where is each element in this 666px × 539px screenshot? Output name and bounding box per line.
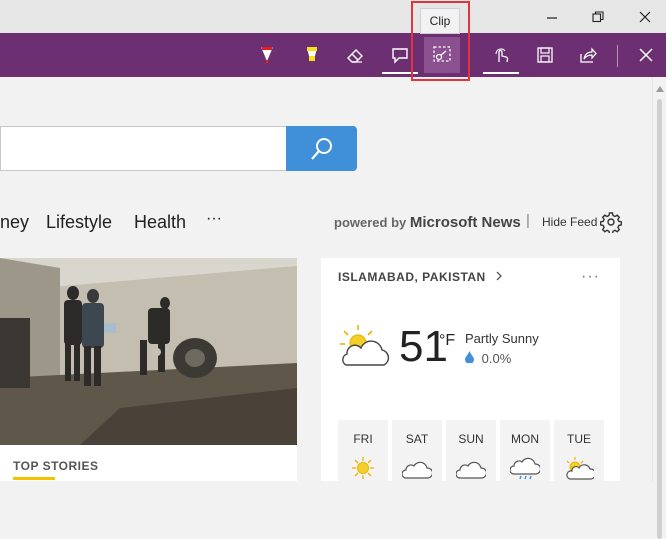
sun-icon (352, 457, 374, 479)
partly-sunny-icon (340, 325, 390, 366)
hide-feed-link[interactable]: Hide Feed (542, 215, 597, 229)
forecast-day-label: FRI (353, 432, 373, 446)
scroll-up-arrow-icon (656, 86, 664, 92)
cloud-icon (456, 461, 486, 479)
news-card[interactable]: TOP STORIES (0, 258, 297, 481)
nav-item-lifestyle[interactable]: Lifestyle (46, 212, 112, 233)
forecast-day-label: SAT (405, 432, 429, 446)
forecast-day[interactable]: TUE (554, 420, 604, 481)
forecast-day[interactable]: FRI (338, 420, 388, 481)
news-photo (0, 258, 297, 445)
save-icon (537, 47, 553, 63)
exit-inking-button[interactable] (628, 37, 664, 73)
touch-writing-button[interactable] (483, 37, 519, 74)
precipitation-value: 0.0% (481, 351, 512, 366)
save-button[interactable] (527, 37, 563, 73)
title-bar (0, 0, 666, 33)
settings-button[interactable] (599, 211, 623, 235)
forecast-day-label: MON (511, 432, 539, 446)
vertical-scrollbar[interactable] (652, 77, 666, 539)
close-window-button[interactable] (631, 4, 659, 30)
minimize-icon (547, 17, 557, 19)
microsoft-news-brand: Microsoft News (409, 214, 521, 231)
top-stories-label: TOP STORIES (13, 459, 99, 473)
forecast-day-label: TUE (567, 432, 591, 446)
forecast-day[interactable]: SAT (392, 420, 442, 481)
share-button[interactable] (570, 37, 606, 73)
scrollbar-thumb[interactable] (657, 99, 662, 539)
nav-item-health[interactable]: Health (134, 212, 186, 233)
search-input[interactable] (0, 126, 288, 171)
forecast-day[interactable]: MON (500, 420, 550, 481)
top-stories-underline (13, 477, 55, 480)
restore-icon (592, 11, 604, 23)
powered-by-label: powered by Microsoft News (334, 214, 521, 231)
highlighter-button[interactable] (294, 37, 330, 73)
ballpoint-pen-button[interactable] (249, 37, 285, 73)
raindrop-icon (465, 351, 474, 364)
toolbar-separator (617, 45, 618, 67)
share-icon (580, 47, 597, 63)
note-icon (392, 48, 408, 64)
touch-icon (495, 48, 509, 63)
weather-card: ISLAMABAD, PAKISTAN ··· 51 °F Partly Sun… (321, 258, 620, 481)
eraser-button[interactable] (337, 37, 373, 73)
temperature-unit: °F (439, 332, 456, 349)
nav-item-money[interactable]: ney (0, 212, 29, 233)
nav-more-button[interactable]: ··· (206, 210, 222, 228)
highlighter-icon (307, 47, 317, 61)
partly-sunny-icon (566, 457, 594, 480)
close-icon (639, 11, 651, 23)
precipitation: 0.0% (465, 351, 511, 366)
ink-toolbar (0, 33, 666, 77)
close-icon (639, 48, 653, 62)
eraser-icon (347, 49, 363, 63)
gear-icon (599, 212, 623, 235)
powered-by-text: powered by (334, 215, 407, 230)
forecast-day[interactable]: SUN (446, 420, 496, 481)
weather-condition: Partly Sunny (465, 331, 539, 346)
minimize-button[interactable] (538, 4, 566, 30)
touch-writing-underline (483, 72, 519, 74)
location-text: ISLAMABAD, PAKISTAN (338, 270, 486, 284)
clip-highlight-box (411, 1, 470, 81)
forecast-day-label: SUN (458, 432, 484, 446)
cloud-icon (402, 461, 432, 479)
search-button[interactable] (286, 126, 357, 171)
pen-icon (261, 47, 273, 63)
weather-location[interactable]: ISLAMABAD, PAKISTAN (338, 270, 504, 284)
restore-button[interactable] (584, 4, 612, 30)
feed-separator: | (526, 212, 530, 229)
weather-more-button[interactable]: ··· (581, 268, 600, 286)
chevron-right-icon (496, 271, 502, 281)
search-icon (310, 137, 332, 160)
rain-cloud-icon (510, 457, 540, 480)
